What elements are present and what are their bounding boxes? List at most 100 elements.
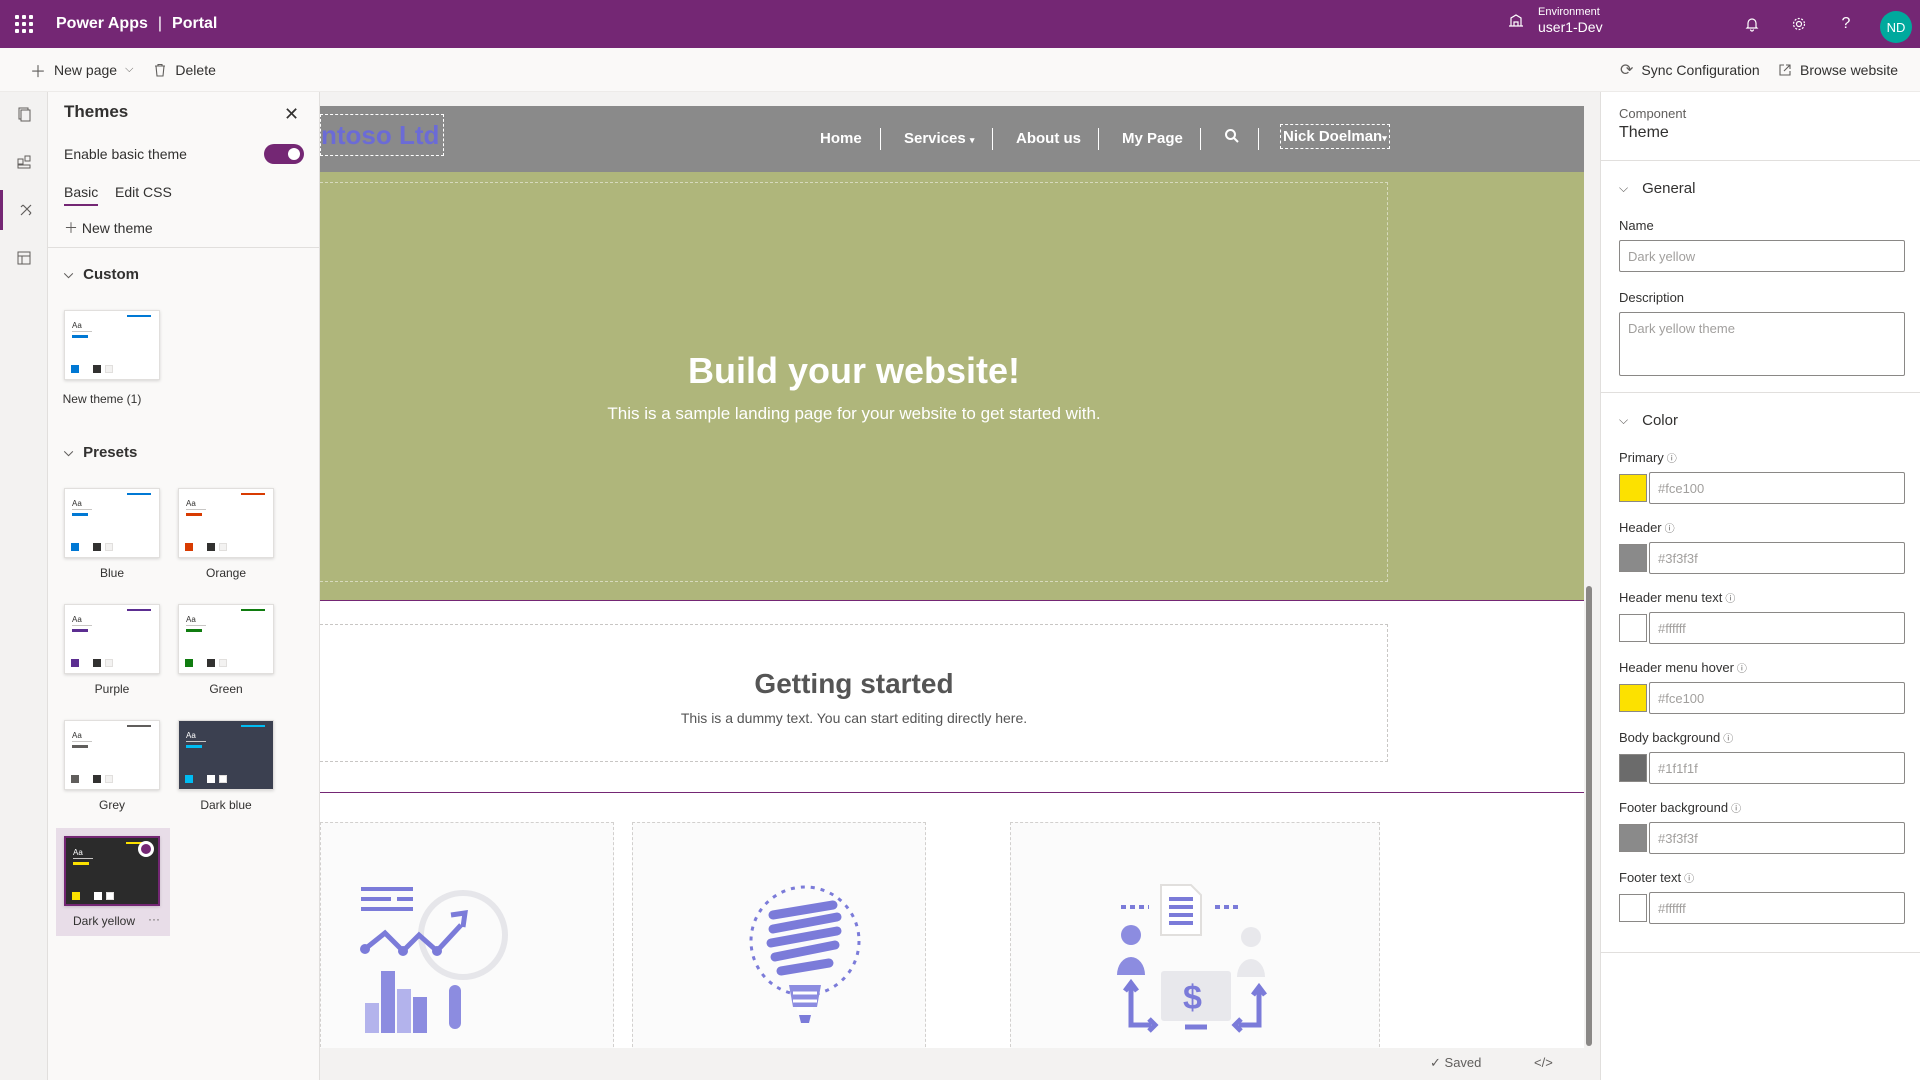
color-hex-field[interactable]: #ffffff [1649, 892, 1905, 924]
theme-thumbnail[interactable]: Aa [64, 310, 160, 380]
color-label-text: Header [1619, 520, 1662, 535]
thumb-swatch [94, 892, 102, 900]
thumb-swatch [105, 365, 113, 373]
color-hex-field[interactable]: #fce100 [1649, 472, 1905, 504]
description-field[interactable]: Dark yellow theme [1619, 312, 1905, 376]
info-icon[interactable]: ⓘ [1684, 874, 1694, 885]
enable-basic-theme-label: Enable basic theme [64, 146, 187, 162]
hero-subtitle[interactable]: This is a sample landing page for your w… [320, 404, 1388, 424]
getting-started-title[interactable]: Getting started [320, 668, 1388, 700]
thumb-swatch [105, 543, 113, 551]
info-icon[interactable]: ⓘ [1723, 734, 1733, 745]
color-hex-field[interactable]: #ffffff [1649, 612, 1905, 644]
gear-icon[interactable] [1787, 12, 1811, 36]
color-swatch[interactable] [1619, 754, 1647, 782]
theme-thumbnail[interactable]: Aa [64, 604, 160, 674]
thumb-line [72, 509, 92, 510]
templates-icon[interactable] [0, 238, 48, 278]
getting-started-text[interactable]: This is a dummy text. You can start edit… [320, 710, 1388, 726]
svg-text:$: $ [1183, 979, 1202, 1017]
thumb-line [72, 741, 92, 742]
browse-website-button[interactable]: Browse website [1768, 48, 1908, 92]
feature-card[interactable] [320, 822, 614, 1048]
scrollbar-thumb[interactable] [1586, 586, 1592, 1046]
custom-section-title: Custom [83, 266, 139, 283]
pages-icon[interactable] [0, 94, 48, 134]
tab-edit-css[interactable]: Edit CSS [115, 184, 172, 200]
code-view-icon[interactable]: </> [1534, 1055, 1553, 1070]
check-icon: ✓ [1430, 1055, 1441, 1070]
info-icon[interactable]: ⓘ [1665, 524, 1675, 535]
color-swatch[interactable] [1619, 474, 1647, 502]
close-icon[interactable]: ✕ [284, 104, 299, 125]
thumb-swatch [219, 775, 227, 783]
nav-about-us[interactable]: About us [1016, 130, 1081, 147]
theme-label: Grey [98, 798, 125, 812]
bell-icon[interactable] [1740, 12, 1764, 36]
app-header: Power Apps | Portal Environment user1-De… [0, 0, 1920, 48]
theme-thumbnail[interactable]: Aa [178, 604, 274, 674]
color-hex-field[interactable]: #fce100 [1649, 682, 1905, 714]
color-swatch[interactable] [1619, 684, 1647, 712]
nav-services[interactable]: Services ▾ [904, 130, 974, 147]
site-logo[interactable]: ntoso Ltd [320, 114, 444, 156]
nav-user-menu[interactable]: Nick Doelman▾ [1280, 124, 1390, 149]
color-swatch[interactable] [1619, 824, 1647, 852]
more-options-icon[interactable]: ··· [148, 912, 160, 926]
tab-basic[interactable]: Basic [64, 184, 99, 206]
saved-label: Saved [1444, 1055, 1482, 1070]
search-icon[interactable] [1224, 128, 1240, 144]
color-hex-field[interactable]: #1f1f1f [1649, 752, 1905, 784]
theme-thumbnail[interactable]: Aa [178, 720, 274, 790]
components-icon[interactable] [0, 142, 48, 182]
delete-button[interactable]: Delete [143, 48, 225, 92]
avatar[interactable]: ND [1880, 11, 1912, 43]
nav-home[interactable]: Home [820, 130, 862, 147]
site-header[interactable]: ntoso Ltd Home Services ▾ About us My Pa… [320, 106, 1584, 172]
info-icon[interactable]: ⓘ [1737, 664, 1747, 675]
chevron-down-icon: ⌵ [64, 267, 74, 281]
enable-basic-theme-toggle[interactable] [264, 144, 304, 164]
thumb-top-line [127, 493, 151, 495]
color-swatch[interactable] [1619, 614, 1647, 642]
plus-icon: ＋ [30, 63, 47, 81]
name-field[interactable]: Dark yellow [1619, 240, 1905, 272]
canvas-scrollbar[interactable] [1584, 106, 1594, 1048]
info-icon[interactable]: ⓘ [1731, 804, 1741, 815]
thumb-swatch [71, 775, 79, 783]
help-icon[interactable]: ? [1834, 12, 1858, 36]
hero-title[interactable]: Build your website! [320, 350, 1388, 392]
theme-thumbnail[interactable]: Aa [64, 836, 160, 906]
new-page-button[interactable]: ＋ New page ⌵ [20, 48, 143, 92]
thumb-swatch [185, 543, 193, 551]
feature-card[interactable] [632, 822, 926, 1048]
themes-icon[interactable] [0, 190, 48, 230]
color-swatch[interactable] [1619, 894, 1647, 922]
feature-card[interactable]: $ [1010, 822, 1380, 1048]
color-section-header[interactable]: ⌵ Color [1619, 412, 1678, 429]
info-icon[interactable]: ⓘ [1667, 454, 1677, 465]
color-hex-field[interactable]: #3f3f3f [1649, 542, 1905, 574]
save-status: ✓ Saved [1430, 1055, 1481, 1071]
nav-services-label: Services [904, 130, 966, 147]
info-icon[interactable]: ⓘ [1725, 594, 1735, 605]
app-launcher-icon[interactable] [0, 0, 48, 48]
environment-picker[interactable]: Environment user1-Dev [1508, 5, 1603, 35]
environment-label: Environment [1538, 6, 1600, 18]
nav-separator [992, 128, 993, 150]
page-canvas[interactable]: ntoso Ltd Home Services ▾ About us My Pa… [320, 106, 1584, 1048]
new-theme-button[interactable]: ＋ New theme [64, 218, 153, 238]
nav-my-page[interactable]: My Page [1122, 130, 1183, 147]
color-hex-field[interactable]: #3f3f3f [1649, 822, 1905, 854]
environment-icon [1509, 14, 1523, 27]
general-section-header[interactable]: ⌵ General [1619, 180, 1695, 197]
thumb-accent-bar [186, 513, 202, 516]
app-name[interactable]: Power Apps [56, 15, 148, 33]
presets-section-header[interactable]: ⌵ Presets [64, 444, 137, 461]
theme-thumbnail[interactable]: Aa [64, 488, 160, 558]
theme-thumbnail[interactable]: Aa [178, 488, 274, 558]
theme-thumbnail[interactable]: Aa [64, 720, 160, 790]
sync-configuration-button[interactable]: ⟳ Sync Configuration [1610, 48, 1770, 92]
custom-section-header[interactable]: ⌵ Custom [64, 266, 139, 283]
color-swatch[interactable] [1619, 544, 1647, 572]
